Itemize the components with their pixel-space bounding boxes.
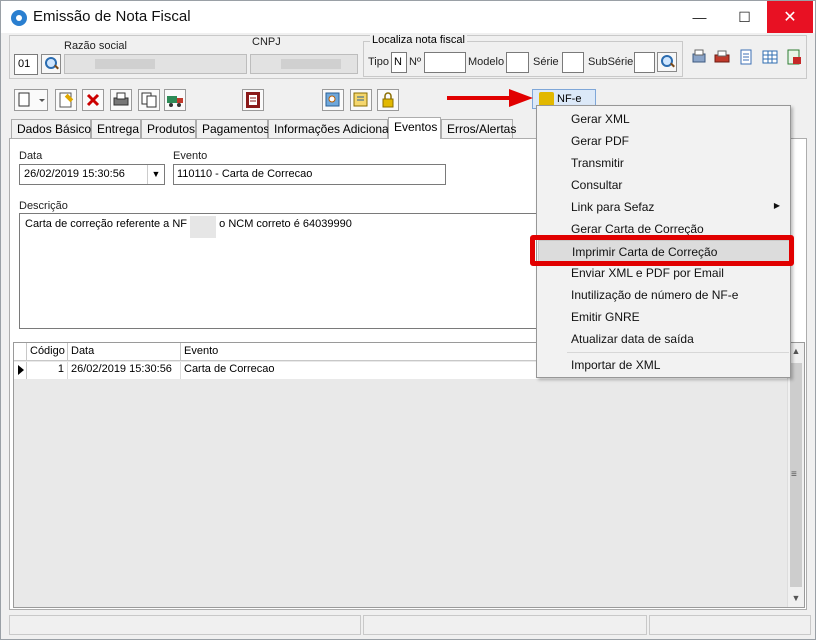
scroll-grip-icon: ≡ xyxy=(791,469,797,480)
tab-entrega[interactable]: Entrega xyxy=(91,119,141,138)
data-value: 26/02/2019 15:30:56 xyxy=(24,168,125,180)
title-bar: Emissão de Nota Fiscal — ☐ ✕ xyxy=(1,1,815,33)
serie-field[interactable] xyxy=(562,52,584,73)
code-field[interactable]: 01 xyxy=(14,54,38,75)
maximize-button[interactable]: ☐ xyxy=(722,1,767,33)
chevron-down-icon[interactable]: ▼ xyxy=(147,165,164,184)
numero-field[interactable] xyxy=(424,52,466,73)
annotation-arrow-icon xyxy=(447,89,533,107)
menu-separator xyxy=(567,352,789,353)
menu-item-gerar-xml[interactable]: Gerar XML xyxy=(538,108,790,130)
cell-codigo: 1 xyxy=(27,362,68,379)
eventos-grid: Código Data Evento 1 26/02/2019 15:30:56… xyxy=(13,342,805,608)
modelo-label: Modelo xyxy=(468,56,505,68)
copy-icon[interactable] xyxy=(138,89,160,111)
search-code-button[interactable] xyxy=(41,54,61,74)
localiza-search-button[interactable] xyxy=(657,52,677,72)
edit-icon[interactable] xyxy=(55,89,77,111)
menu-item-link-sefaz[interactable]: Link para Sefaz ▶ xyxy=(538,196,790,218)
cell-data: 26/02/2019 15:30:56 xyxy=(68,362,181,379)
menu-item-link-sefaz-label: Link para Sefaz xyxy=(571,200,655,214)
export-spreadsheet-icon[interactable] xyxy=(786,49,802,65)
tab-erros-alertas[interactable]: Erros/Alertas xyxy=(441,119,516,138)
redacted-region xyxy=(190,216,217,238)
menu-item-gerar-pdf[interactable]: Gerar PDF xyxy=(538,130,790,152)
close-button[interactable]: ✕ xyxy=(767,1,813,33)
film-report-icon[interactable] xyxy=(242,89,264,111)
status-panel-3 xyxy=(649,615,811,635)
data-label: Data xyxy=(19,150,43,162)
status-panel-1 xyxy=(9,615,361,635)
new-dropdown-button[interactable] xyxy=(14,89,48,111)
nfe-button-label: NF-e xyxy=(557,93,582,105)
grid-scrollbar[interactable]: ▲ ≡ ▼ xyxy=(787,343,804,607)
tab-informacoes-adicionais[interactable]: Informações Adicionais xyxy=(268,119,397,138)
tab-produtos[interactable]: Produtos xyxy=(141,119,196,138)
nfe-icon xyxy=(539,92,554,106)
evento-field[interactable]: 110110 - Carta de Correcao xyxy=(173,164,446,185)
lock-icon[interactable] xyxy=(377,89,399,111)
menu-item-consultar[interactable]: Consultar xyxy=(538,174,790,196)
menu-item-emitir-gnre[interactable]: Emitir GNRE xyxy=(538,306,790,328)
document-icon[interactable] xyxy=(738,49,754,65)
scroll-down-icon[interactable]: ▼ xyxy=(788,590,804,607)
numero-label: Nº xyxy=(409,56,421,68)
razao-social-field[interactable] xyxy=(64,54,247,74)
descricao-label: Descrição xyxy=(19,200,68,212)
status-bar xyxy=(9,613,815,637)
subserie-label: SubSérie xyxy=(588,56,634,68)
menu-item-importar-xml[interactable]: Importar de XML xyxy=(538,354,790,376)
grid-corner xyxy=(14,343,27,361)
menu-item-transmitir[interactable]: Transmitir xyxy=(538,152,790,174)
cnpj-label: CNPJ xyxy=(252,36,281,48)
descricao-text-part1: Carta de correção referente a NF xyxy=(25,218,188,230)
minimize-button[interactable]: — xyxy=(677,1,722,33)
menu-item-atualizar-data-saida[interactable]: Atualizar data de saída xyxy=(538,328,790,350)
menu-item-inutilizacao[interactable]: Inutilização de número de NF-e xyxy=(538,284,790,306)
tab-pagamentos[interactable]: Pagamentos xyxy=(196,119,269,138)
tipo-label: Tipo xyxy=(368,56,389,68)
submenu-arrow-icon: ▶ xyxy=(773,201,780,210)
grid-table-icon[interactable] xyxy=(762,49,778,65)
column-data[interactable]: Data xyxy=(68,343,181,361)
nota-fiscal-window: Emissão de Nota Fiscal — ☐ ✕ 01 Razão so… xyxy=(0,0,816,640)
tipo-field[interactable]: N xyxy=(391,52,407,73)
data-combo[interactable]: 26/02/2019 15:30:56 ▼ xyxy=(19,164,165,185)
subserie-field[interactable] xyxy=(634,52,655,73)
print-report-icon[interactable] xyxy=(691,49,707,65)
truck-icon[interactable] xyxy=(164,89,186,111)
tab-eventos[interactable]: Eventos xyxy=(388,117,441,139)
localiza-group-title: Localiza nota fiscal xyxy=(370,34,467,46)
razao-social-label: Razão social xyxy=(64,40,127,52)
descricao-text-part2: o NCM correto é 64039990 xyxy=(219,218,352,230)
descricao-field[interactable]: Carta de correção referente a NF o NCM c… xyxy=(19,213,539,329)
modelo-field[interactable] xyxy=(506,52,529,73)
app-icon xyxy=(11,10,27,26)
printer-red-icon[interactable] xyxy=(714,49,730,65)
status-panel-2 xyxy=(363,615,647,635)
row-indicator-icon xyxy=(14,362,27,379)
column-codigo[interactable]: Código xyxy=(27,343,68,361)
delete-icon[interactable] xyxy=(82,89,104,111)
document-list-icon[interactable] xyxy=(350,89,372,111)
tab-dados-basicos[interactable]: Dados Básicos xyxy=(11,119,97,138)
serie-label: Série xyxy=(533,56,559,68)
evento-label: Evento xyxy=(173,150,208,162)
cnpj-field[interactable] xyxy=(250,54,358,74)
window-title: Emissão de Nota Fiscal xyxy=(33,8,191,25)
print-icon[interactable] xyxy=(110,89,132,111)
annotation-highlight-box xyxy=(530,235,794,266)
document-search-icon[interactable] xyxy=(322,89,344,111)
